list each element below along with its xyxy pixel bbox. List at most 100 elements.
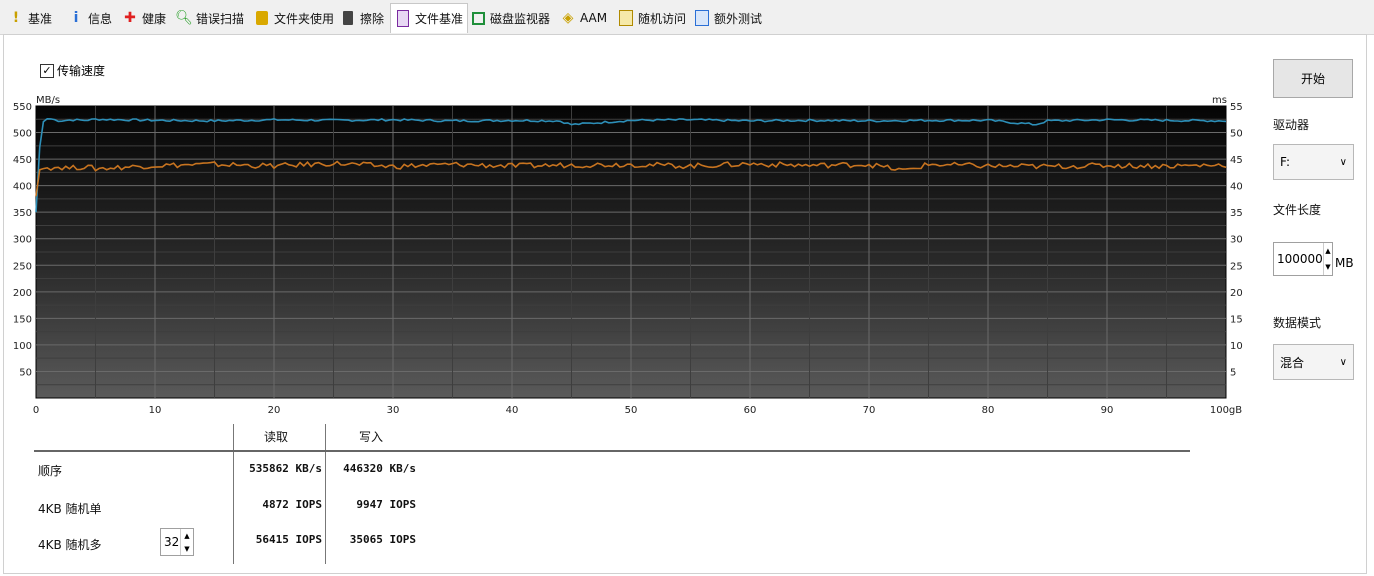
- queue-depth-value: 32: [164, 535, 180, 549]
- exclamation-icon: !: [12, 10, 20, 26]
- y-tick-left: 50: [19, 367, 32, 378]
- folder-icon: [254, 9, 270, 27]
- x-tick: 60: [744, 405, 757, 416]
- spin-buttons[interactable]: ▲ ▼: [180, 529, 193, 555]
- y-tick-right: 50: [1230, 129, 1243, 140]
- left-unit-label: MB/s: [36, 95, 60, 106]
- tab-extra-tests[interactable]: 额外测试: [690, 6, 766, 30]
- file-benchmark-icon: [395, 10, 411, 28]
- file-length-stepper[interactable]: 100000 ▲ ▼: [1273, 242, 1333, 276]
- tab-erase[interactable]: 擦除: [336, 6, 388, 30]
- x-tick: 90: [1101, 405, 1114, 416]
- y-tick-left: 300: [13, 235, 32, 246]
- data-mode-select[interactable]: 混合 ∨: [1273, 344, 1354, 380]
- speaker-icon: ◈: [562, 10, 574, 26]
- y-tick-left: 150: [13, 314, 32, 325]
- x-tick: 30: [387, 405, 400, 416]
- y-tick-right: 10: [1230, 341, 1243, 352]
- row-label-4kb-single: 4KB 随机单: [38, 502, 102, 516]
- tab-bar: ! 基准 i 信息 ✚ 健康 🔍︎ 错误扫描 文件夹使用 擦除 文件基准 磁盘监…: [0, 0, 1374, 35]
- magnifier-icon: 🔍︎: [175, 10, 193, 26]
- y-tick-right: 25: [1230, 261, 1243, 272]
- tab-file-benchmark[interactable]: 文件基准: [390, 3, 469, 33]
- right-unit-label: ms: [1212, 95, 1227, 106]
- start-button[interactable]: 开始: [1273, 59, 1353, 98]
- y-tick-left: 100: [13, 341, 32, 352]
- x-tick: 20: [268, 405, 281, 416]
- queue-depth-stepper[interactable]: 32 ▲ ▼: [160, 528, 194, 556]
- y-tick-left: 500: [13, 129, 32, 140]
- drive-value: F:: [1280, 155, 1291, 169]
- x-tick: 70: [863, 405, 876, 416]
- x-tick: 40: [506, 405, 519, 416]
- file-length-value: 100000: [1277, 252, 1323, 266]
- transfer-chart: MB/s ms 50 100 150 200 250 300 350 400 450 500 550 5 1…: [0, 90, 1260, 425]
- chevron-down-icon: ∨: [1339, 356, 1347, 368]
- sequential-read-value: 535862 KB/s: [249, 462, 322, 475]
- 4kb-multi-write-value: 35065 IOPS: [349, 533, 416, 546]
- checkmark-icon: ✓: [40, 63, 54, 78]
- tab-label: 额外测试: [714, 11, 763, 26]
- transfer-speed-checkbox[interactable]: ✓ 传输速度: [40, 62, 105, 79]
- monitor-icon: [470, 9, 486, 27]
- tab-health[interactable]: ✚ 健康: [118, 6, 170, 30]
- 4kb-multi-read-value: 56415 IOPS: [255, 533, 322, 546]
- row-label-sequential: 顺序: [38, 464, 63, 478]
- spin-down-icon[interactable]: ▼: [1325, 263, 1330, 271]
- y-tick-right: 40: [1230, 182, 1243, 193]
- tab-disk-monitor[interactable]: 磁盘监视器: [466, 6, 554, 30]
- spin-up-icon[interactable]: ▲: [184, 532, 189, 540]
- x-tick: 100gB: [1210, 405, 1242, 416]
- extra-tests-icon: [694, 9, 710, 27]
- y-tick-left: 200: [13, 288, 32, 299]
- y-tick-right: 45: [1230, 155, 1243, 166]
- red-cross-icon: ✚: [124, 10, 136, 26]
- trash-icon: [340, 9, 356, 27]
- y-tick-left: 400: [13, 182, 32, 193]
- x-tick: 80: [982, 405, 995, 416]
- y-tick-left: 550: [13, 102, 32, 113]
- spin-buttons[interactable]: ▲ ▼: [1322, 243, 1332, 275]
- tab-label: 随机访问: [638, 11, 687, 26]
- file-length-label: 文件长度: [1273, 203, 1322, 217]
- y-tick-right: 30: [1230, 235, 1243, 246]
- chevron-down-icon: ∨: [1339, 156, 1347, 168]
- drive-label: 驱动器: [1273, 118, 1310, 132]
- y-tick-left: 350: [13, 208, 32, 219]
- header-divider: [34, 450, 1190, 452]
- sequential-write-value: 446320 KB/s: [343, 462, 416, 475]
- spin-up-icon[interactable]: ▲: [1325, 247, 1330, 255]
- tab-info[interactable]: i 信息: [64, 6, 116, 30]
- x-tick: 10: [149, 405, 162, 416]
- y-tick-right: 35: [1230, 208, 1243, 219]
- tab-label: AAM: [580, 11, 608, 25]
- tab-random-access[interactable]: 随机访问: [614, 6, 690, 30]
- 4kb-single-read-value: 4872 IOPS: [262, 498, 322, 511]
- read-column-header: 读取: [264, 430, 289, 444]
- y-tick-right: 5: [1230, 367, 1236, 378]
- random-access-icon: [618, 9, 634, 27]
- y-tick-right: 15: [1230, 314, 1243, 325]
- row-label-4kb-multi: 4KB 随机多: [38, 538, 102, 552]
- tab-benchmark[interactable]: ! 基准: [4, 6, 56, 30]
- tab-label: 文件基准: [415, 12, 464, 26]
- tab-label: 健康: [142, 11, 167, 26]
- y-tick-right: 20: [1230, 288, 1243, 299]
- spin-down-icon[interactable]: ▼: [184, 545, 189, 553]
- tab-label: 信息: [88, 11, 113, 26]
- tab-label: 磁盘监视器: [490, 11, 551, 26]
- file-length-unit: MB: [1335, 256, 1354, 270]
- drive-select[interactable]: F: ∨: [1273, 144, 1354, 180]
- tab-folder-usage[interactable]: 文件夹使用: [250, 6, 338, 30]
- results-table: 读取 写入 顺序 535862 KB/s 446320 KB/s 4KB 随机单…: [34, 420, 1194, 576]
- x-tick: 0: [33, 405, 39, 416]
- tab-label: 基准: [28, 11, 53, 26]
- tab-error-scan[interactable]: 🔍︎ 错误扫描: [172, 6, 248, 30]
- y-tick-left: 250: [13, 261, 32, 272]
- transfer-speed-label: 传输速度: [57, 64, 106, 78]
- 4kb-single-write-value: 9947 IOPS: [356, 498, 416, 511]
- info-icon: i: [73, 10, 79, 26]
- tab-label: 擦除: [360, 11, 385, 26]
- tab-aam[interactable]: ◈ AAM: [556, 6, 611, 30]
- chart-svg: MB/s ms5010015020025030035040045050055051…: [13, 95, 1243, 416]
